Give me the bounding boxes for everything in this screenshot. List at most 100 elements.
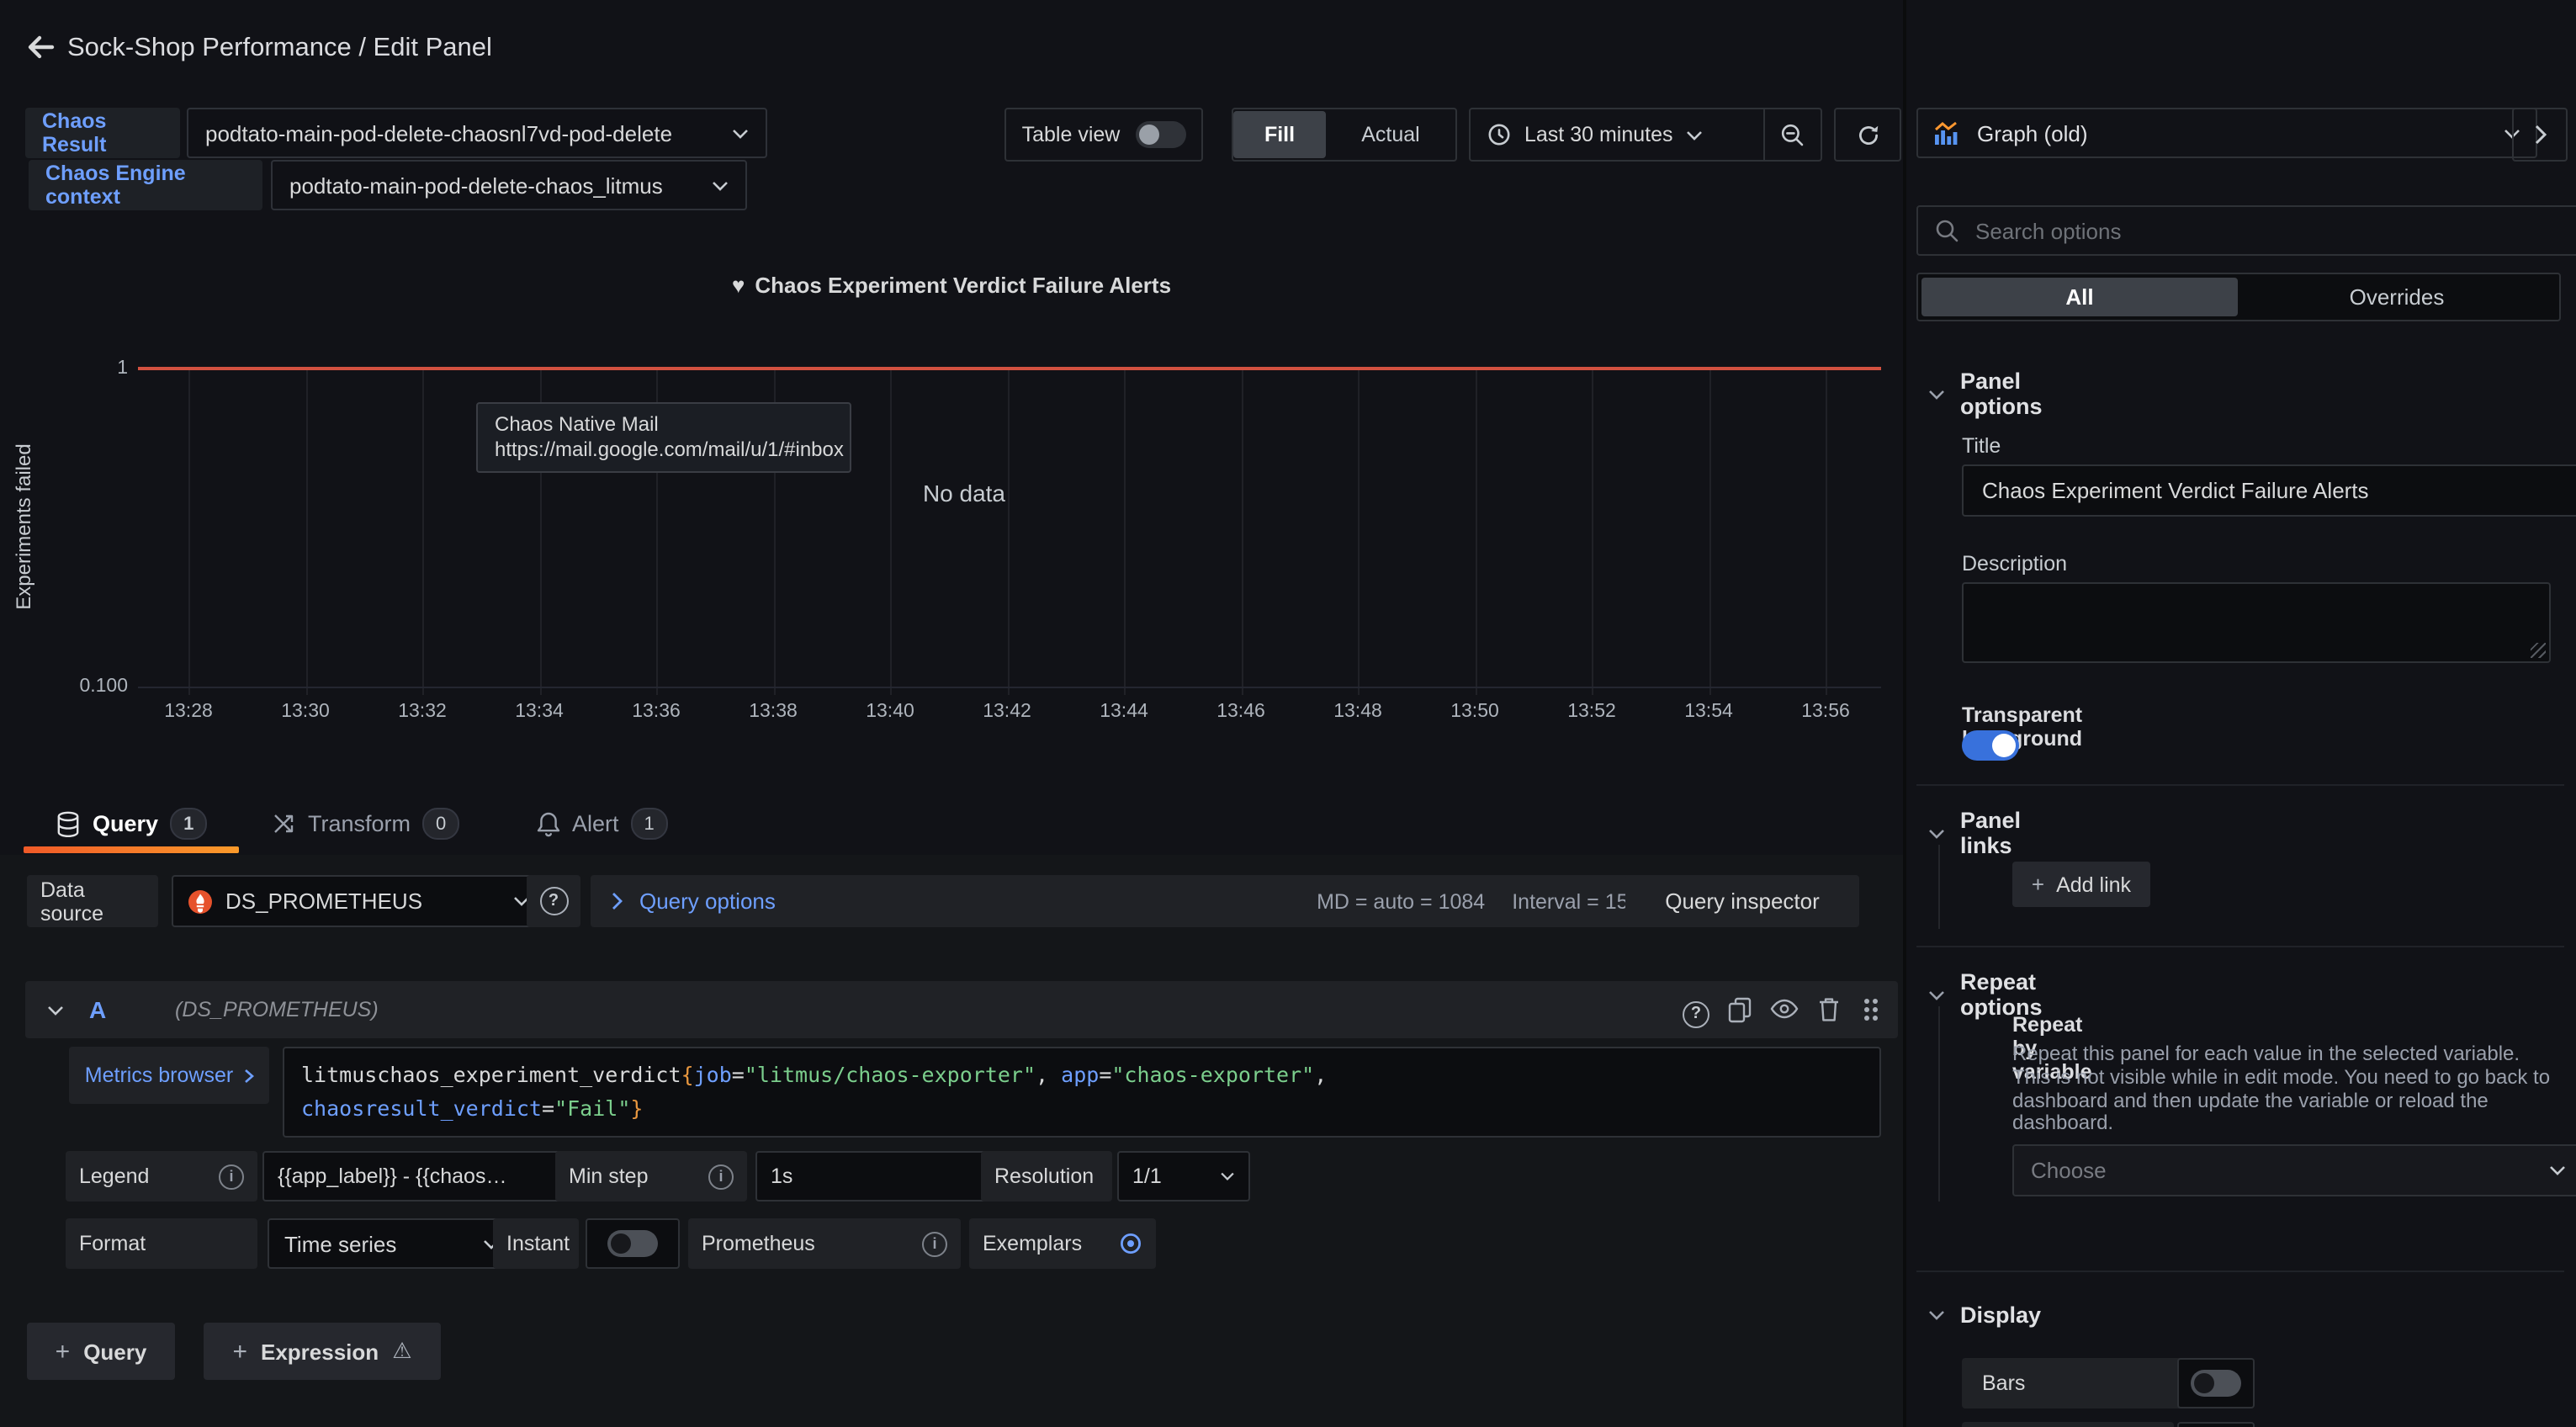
min-step-value: 1s bbox=[771, 1164, 792, 1188]
min-step-input[interactable]: 1s bbox=[755, 1151, 999, 1202]
x-axis-line bbox=[138, 687, 1881, 688]
section-panel-options[interactable]: Panel options bbox=[1928, 369, 2042, 419]
query-expression[interactable]: litmuschaos_experiment_verdict{job="litm… bbox=[283, 1047, 1881, 1138]
add-link-button[interactable]: + Add link bbox=[2012, 862, 2150, 907]
format-select[interactable]: Time series bbox=[268, 1218, 517, 1269]
instant-toggle[interactable] bbox=[607, 1230, 658, 1257]
variable-value-chaos-result[interactable]: podtato-main-pod-delete-chaosnl7vd-pod-d… bbox=[187, 108, 767, 158]
tab-query[interactable]: Query 1 bbox=[56, 808, 207, 840]
database-icon bbox=[56, 810, 81, 837]
query-ref-id: A bbox=[89, 996, 106, 1023]
variable-label-chaos-engine: Chaos Engine context bbox=[29, 160, 262, 210]
variable-value-text: podtato-main-pod-delete-chaos_litmus bbox=[289, 172, 663, 198]
refresh-icon bbox=[1855, 122, 1880, 147]
section-display[interactable]: Display bbox=[1928, 1302, 2041, 1328]
panel-header[interactable]: ♥Chaos Experiment Verdict Failure Alerts bbox=[0, 273, 1903, 298]
bars-label: Bars bbox=[1962, 1358, 2187, 1408]
legend-label: Legendi bbox=[66, 1151, 257, 1202]
datasource-help-button[interactable]: ? bbox=[527, 875, 580, 927]
expression-token: chaosresult_verdict bbox=[301, 1095, 542, 1121]
resolution-select[interactable]: 1/1 bbox=[1117, 1151, 1250, 1202]
gridline bbox=[1475, 369, 1476, 695]
resolution-label: Resolution bbox=[981, 1151, 1112, 1202]
gridline bbox=[188, 369, 190, 695]
panel-description-input[interactable] bbox=[1964, 584, 2549, 661]
page-title: Sock-Shop Performance / Edit Panel bbox=[67, 34, 492, 64]
tab-transform[interactable]: Transform 0 bbox=[271, 808, 459, 840]
tab-count-badge: 1 bbox=[170, 808, 207, 840]
back-arrow-icon[interactable] bbox=[24, 30, 57, 64]
add-query-button[interactable]: + Query bbox=[27, 1323, 175, 1380]
legend-input[interactable]: {{app_label}} - {{chaos… bbox=[262, 1151, 575, 1202]
add-expression-button[interactable]: + Expression ⚠ bbox=[204, 1323, 441, 1380]
datasource-picker[interactable]: DS_PROMETHEUS bbox=[172, 875, 547, 927]
panel-title: Chaos Experiment Verdict Failure Alerts bbox=[755, 273, 1171, 298]
query-options-bar[interactable]: Query options MD = auto = 1084 Interval … bbox=[591, 875, 1659, 927]
duplicate-icon[interactable] bbox=[1726, 996, 1753, 1023]
panel-link-title[interactable]: Chaos Native Mail bbox=[495, 412, 833, 438]
bars-toggle[interactable] bbox=[2191, 1370, 2241, 1397]
repeat-variable-select[interactable]: Choose bbox=[2012, 1144, 2576, 1196]
x-tick-label: 13:36 bbox=[614, 702, 698, 722]
gridline bbox=[305, 369, 307, 695]
description-field-label: Description bbox=[1962, 552, 2067, 576]
exemplars-label-text: Exemplars bbox=[983, 1232, 1082, 1255]
tab-overrides[interactable]: Overrides bbox=[2238, 278, 2556, 316]
zoom-out-button[interactable] bbox=[1763, 109, 1821, 160]
gridline bbox=[1124, 369, 1126, 695]
resize-handle[interactable] bbox=[2531, 643, 2546, 658]
query-inspector-button[interactable]: Query inspector bbox=[1625, 875, 1859, 927]
fill-option[interactable]: Fill bbox=[1233, 111, 1326, 158]
eye-icon[interactable] bbox=[1770, 998, 1799, 1020]
x-tick-label: 13:32 bbox=[380, 702, 464, 722]
search-options-box[interactable] bbox=[1916, 205, 2576, 256]
chevron-right-icon bbox=[611, 892, 623, 910]
actual-option[interactable]: Actual bbox=[1326, 111, 1455, 158]
tab-all[interactable]: All bbox=[1921, 278, 2238, 316]
series-line bbox=[138, 367, 1881, 370]
trash-icon[interactable] bbox=[1817, 996, 1841, 1023]
datasource-label: Data source bbox=[27, 875, 158, 927]
table-view-control[interactable]: Table view bbox=[1004, 108, 1203, 162]
variable-value-chaos-engine[interactable]: podtato-main-pod-delete-chaos_litmus bbox=[271, 160, 747, 210]
tab-alert[interactable]: Alert 1 bbox=[537, 808, 668, 840]
x-tick-label: 13:30 bbox=[263, 702, 347, 722]
gridline bbox=[890, 369, 892, 695]
time-range-picker[interactable]: Last 30 minutes bbox=[1471, 109, 1763, 160]
max-data-points: MD = auto = 1084 bbox=[1317, 889, 1485, 913]
exemplars-eye-icon[interactable] bbox=[1119, 1232, 1142, 1255]
section-panel-links[interactable]: Panel links bbox=[1928, 808, 2021, 858]
table-view-toggle[interactable] bbox=[1135, 121, 1185, 148]
x-tick-label: 13:54 bbox=[1667, 702, 1751, 722]
panel-link-url[interactable]: https://mail.google.com/mail/u/1/#inbox bbox=[495, 438, 833, 463]
query-help-icon[interactable]: ? bbox=[1683, 996, 1709, 1027]
tab-count-badge: 0 bbox=[422, 808, 459, 840]
refresh-button[interactable] bbox=[1834, 108, 1901, 162]
metrics-browser-button[interactable]: Metrics browser bbox=[69, 1047, 269, 1104]
panel-title-field[interactable] bbox=[1962, 464, 2576, 517]
expression-token: = bbox=[1099, 1062, 1111, 1087]
x-tick-label: 13:38 bbox=[731, 702, 815, 722]
x-tick-label: 13:50 bbox=[1433, 702, 1517, 722]
add-link-label: Add link bbox=[2056, 873, 2131, 896]
options-tabs: All Overrides bbox=[1916, 273, 2561, 321]
metrics-browser-label: Metrics browser bbox=[85, 1064, 233, 1087]
panel-description-field[interactable] bbox=[1962, 582, 2551, 663]
drag-handle-icon[interactable] bbox=[1861, 996, 1881, 1023]
exemplars-control: Exemplars bbox=[969, 1218, 1156, 1269]
visualization-name: Graph (old) bbox=[1977, 120, 2489, 146]
grafana-edit-panel: Sock-Shop Performance / Edit Panel ⚙ Dis… bbox=[0, 0, 2576, 1427]
variable-value-text: podtato-main-pod-delete-chaosnl7vd-pod-d… bbox=[205, 120, 672, 146]
chevron-down-icon bbox=[1687, 129, 1704, 141]
panel-title-input[interactable] bbox=[1979, 476, 2564, 505]
visualization-picker[interactable]: Graph (old) bbox=[1916, 108, 2537, 158]
prometheus-label-text: Prometheus bbox=[702, 1232, 815, 1255]
resolution-value: 1/1 bbox=[1132, 1164, 1162, 1188]
instant-label: Instant bbox=[493, 1218, 579, 1269]
table-view-label: Table view bbox=[1022, 123, 1121, 146]
section-repeat-options[interactable]: Repeat options bbox=[1928, 969, 2042, 1020]
search-options-input[interactable] bbox=[1972, 216, 2576, 245]
query-row-header[interactable]: A (DS_PROMETHEUS) ? bbox=[25, 981, 1898, 1038]
toggle-options-pane-button[interactable] bbox=[2512, 108, 2568, 162]
transparent-bg-switch[interactable] bbox=[1962, 730, 2019, 761]
